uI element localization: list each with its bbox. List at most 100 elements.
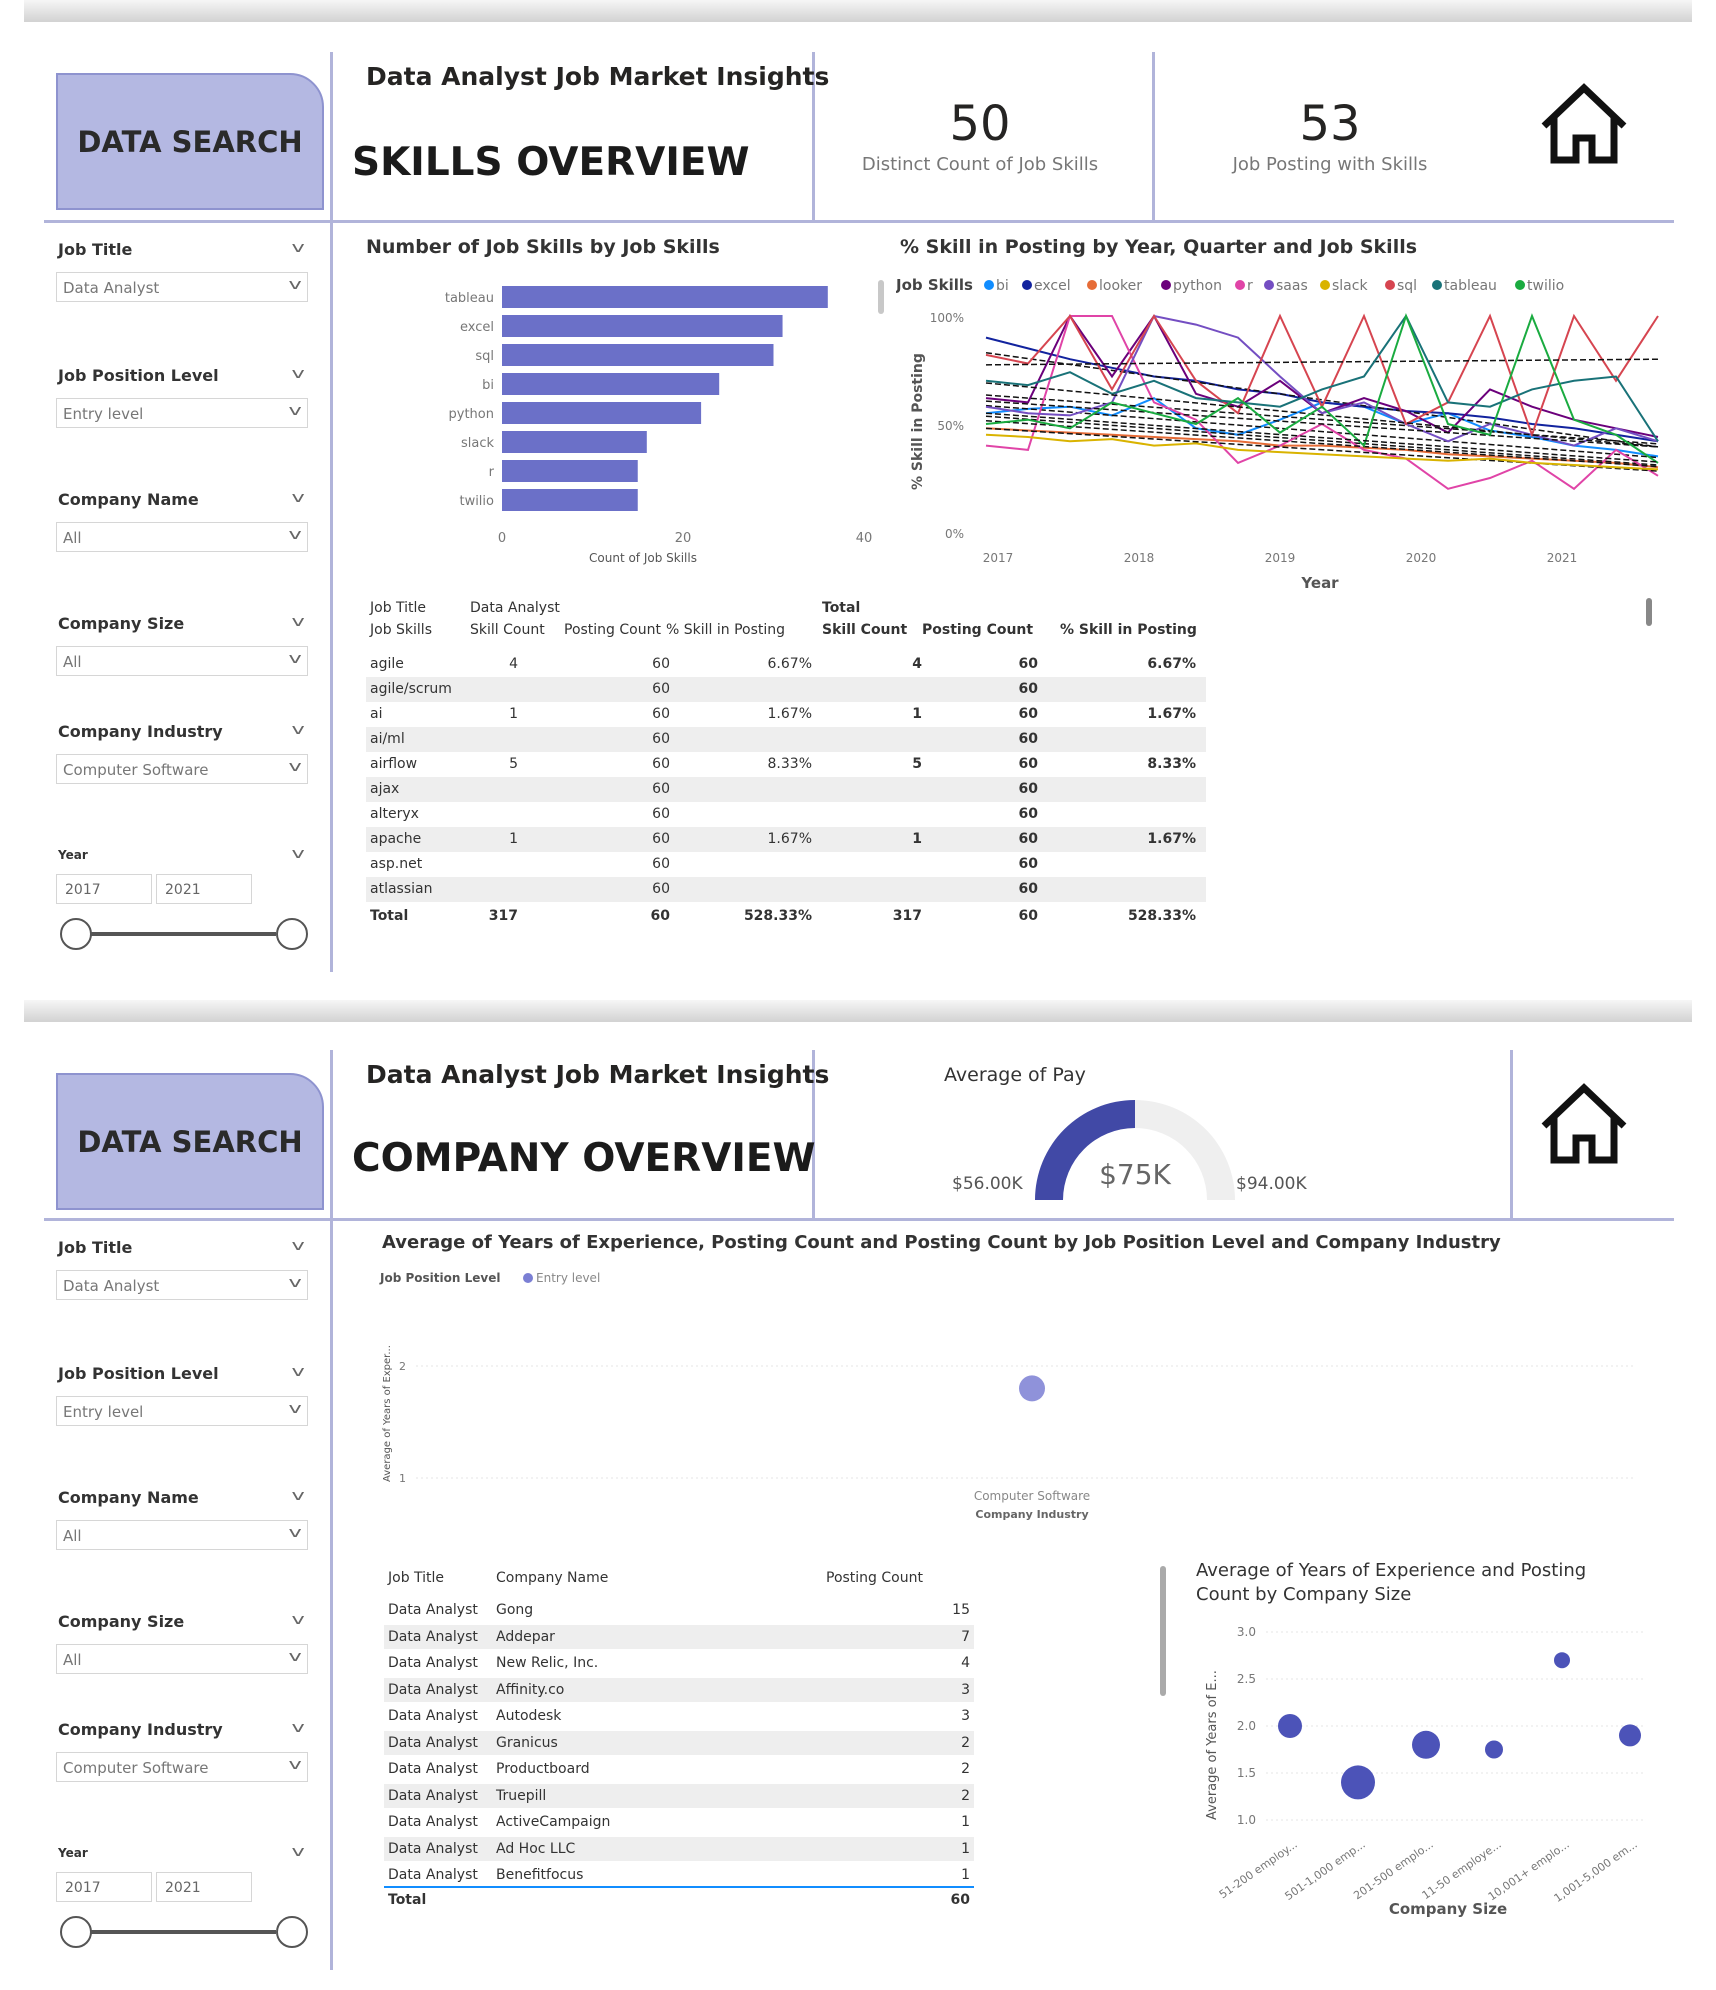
job-position-level-dropdown[interactable]: Entry level v xyxy=(56,1396,308,1426)
slicer-label: Job Title xyxy=(58,1238,133,1257)
y-tick-label: 2.5 xyxy=(1237,1672,1256,1686)
table-cell: 1 xyxy=(961,1814,970,1830)
company-industry-dropdown[interactable]: Computer Software v xyxy=(56,754,308,784)
job-title-dropdown[interactable]: Data Analyst v xyxy=(56,1270,308,1300)
company-size-scatter-chart: 3.02.52.01.51.0Average of Years of E...5… xyxy=(1205,1625,1646,1918)
table-cell: 60 xyxy=(652,731,670,747)
chevron-down-icon[interactable]: v xyxy=(288,1525,301,1541)
chevron-down-icon[interactable]: v xyxy=(291,722,304,738)
table-scrollbar[interactable] xyxy=(1646,598,1652,626)
year-to-input[interactable]: 2021 xyxy=(156,1872,252,1902)
chevron-down-icon[interactable]: v xyxy=(288,759,301,775)
table-scrollbar[interactable] xyxy=(1160,1566,1166,1696)
chevron-down-icon[interactable]: v xyxy=(291,1364,304,1380)
job-title-slicer[interactable]: Job Title v Data Analyst v xyxy=(56,1238,310,1308)
company-industry-slicer[interactable]: Company Industry v Computer Software v xyxy=(56,722,310,792)
y-axis-label: Average of Years of E... xyxy=(1205,1670,1220,1820)
company-size-dropdown[interactable]: All v xyxy=(56,646,308,676)
data-search-button[interactable]: DATA SEARCH xyxy=(56,73,324,210)
year-slider-start-handle[interactable] xyxy=(60,1916,92,1948)
company-size-slicer[interactable]: Company Size v All v xyxy=(56,1612,310,1682)
x-tick-label: Computer Software xyxy=(974,1489,1090,1503)
legend-label: saas xyxy=(1276,278,1308,294)
home-icon[interactable] xyxy=(1538,82,1630,166)
job-position-level-slicer[interactable]: Job Position Level v Entry level v xyxy=(56,366,310,436)
y-tick-label: 100% xyxy=(930,311,964,325)
chevron-down-icon[interactable]: v xyxy=(291,1488,304,1504)
chevron-down-icon[interactable]: v xyxy=(291,1844,304,1860)
data-search-button[interactable]: DATA SEARCH xyxy=(56,1073,324,1210)
table-cell: 6.67% xyxy=(1147,656,1196,672)
job-position-level-dropdown[interactable]: Entry level v xyxy=(56,398,308,428)
legend-title: Job Skills xyxy=(896,276,973,294)
year-slicer[interactable]: Year v 2017 2021 xyxy=(56,846,310,966)
page-top-bar xyxy=(24,1000,1692,1022)
table-row: airflow 5 60 8.33% 5 60 8.33% xyxy=(366,752,1206,777)
chevron-down-icon[interactable]: v xyxy=(291,1612,304,1628)
year-from-input[interactable]: 2017 xyxy=(56,1872,152,1902)
company-name-slicer[interactable]: Company Name v All v xyxy=(56,490,310,560)
company-name-slicer[interactable]: Company Name v All v xyxy=(56,1488,310,1558)
year-slider-start-handle[interactable] xyxy=(60,918,92,950)
table-header-cell: Posting Count xyxy=(564,622,661,638)
chevron-down-icon[interactable]: v xyxy=(288,403,301,419)
chevron-down-icon[interactable]: v xyxy=(291,1238,304,1254)
table-cell: alteryx xyxy=(370,806,419,822)
chevron-down-icon[interactable]: v xyxy=(288,1401,301,1417)
table-cell: Data Analyst xyxy=(388,1655,478,1671)
year-to-input[interactable]: 2021 xyxy=(156,874,252,904)
scatter-point xyxy=(1341,1765,1375,1800)
chevron-down-icon[interactable]: v xyxy=(291,240,304,256)
table-cell: 4 xyxy=(912,656,922,672)
job-title-dropdown[interactable]: Data Analyst v xyxy=(56,272,308,302)
legend-marker xyxy=(523,1273,533,1283)
company-size-slicer[interactable]: Company Size v All v xyxy=(56,614,310,684)
size-scatter-title-line1: Average of Years of Experience and Posti… xyxy=(1196,1560,1587,1581)
chevron-down-icon[interactable]: v xyxy=(291,1720,304,1736)
year-slicer[interactable]: Year v 2017 2021 xyxy=(56,1844,310,1964)
company-name-dropdown[interactable]: All v xyxy=(56,522,308,552)
skill-percent-line-chart: Job Skills bi excel looker python r saas slack s… xyxy=(896,276,1659,590)
chevron-down-icon[interactable]: v xyxy=(288,1275,301,1291)
gauge-title: Average of Pay xyxy=(944,1064,1086,1086)
chevron-down-icon[interactable]: v xyxy=(291,366,304,382)
chevron-down-icon[interactable]: v xyxy=(291,846,304,862)
x-tick-label: 2020 xyxy=(1406,551,1437,565)
chevron-down-icon[interactable]: v xyxy=(291,490,304,506)
home-icon[interactable] xyxy=(1538,1082,1630,1166)
scatter-point xyxy=(1412,1730,1440,1759)
table-cell: 60 xyxy=(1018,731,1038,747)
table-row: Data Analyst Autodesk 3 xyxy=(384,1704,974,1728)
table-row: Data Analyst Affinity.co 3 xyxy=(384,1677,974,1702)
chevron-down-icon[interactable]: v xyxy=(288,651,301,667)
dropdown-value: Computer Software xyxy=(63,1759,209,1777)
chevron-down-icon[interactable]: v xyxy=(288,527,301,543)
company-industry-dropdown[interactable]: Computer Software v xyxy=(56,1752,308,1782)
table-cell: Affinity.co xyxy=(496,1681,565,1698)
year-slider-end-handle[interactable] xyxy=(276,918,308,950)
bar xyxy=(502,489,638,511)
job-position-level-slicer[interactable]: Job Position Level v Entry level v xyxy=(56,1364,310,1434)
chart-scrollbar[interactable] xyxy=(878,280,884,314)
chevron-down-icon[interactable]: v xyxy=(288,277,301,293)
company-industry-slicer[interactable]: Company Industry v Computer Software v xyxy=(56,1720,310,1790)
chevron-down-icon[interactable]: v xyxy=(288,1649,301,1665)
table-cell: 60 xyxy=(652,681,670,697)
job-title-slicer[interactable]: Job Title v Data Analyst v xyxy=(56,240,310,310)
report-title: Data Analyst Job Market Insights xyxy=(366,1060,830,1089)
table-cell: agile/scrum xyxy=(370,681,452,697)
chevron-down-icon[interactable]: v xyxy=(288,1757,301,1773)
year-slider-end-handle[interactable] xyxy=(276,1916,308,1948)
chevron-down-icon[interactable]: v xyxy=(291,614,304,630)
company-size-dropdown[interactable]: All v xyxy=(56,1644,308,1674)
table-cell: 60 xyxy=(1018,806,1038,822)
table-row: atlassian 60 60 xyxy=(366,877,1206,902)
table-header-cell: Job Title xyxy=(370,600,427,616)
x-tick-label: 40 xyxy=(856,531,873,546)
company-name-dropdown[interactable]: All v xyxy=(56,1520,308,1550)
table-cell: 60 xyxy=(652,656,670,672)
year-slider-track[interactable] xyxy=(76,932,276,936)
year-slider-track[interactable] xyxy=(76,1930,276,1934)
year-from-input[interactable]: 2017 xyxy=(56,874,152,904)
legend-label: bi xyxy=(996,278,1009,294)
